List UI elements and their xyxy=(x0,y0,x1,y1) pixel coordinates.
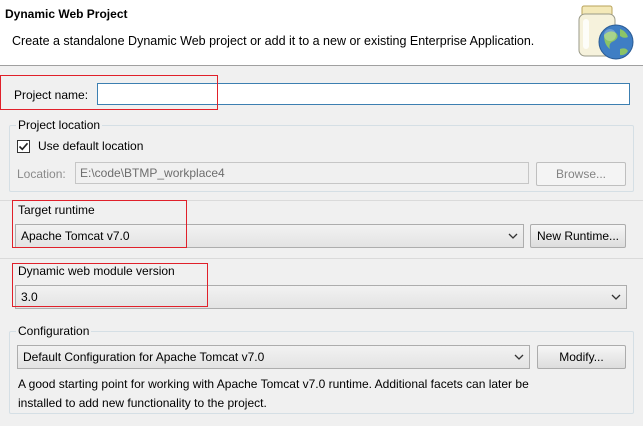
module-version-legend: Dynamic web module version xyxy=(18,264,175,278)
wizard-title: Dynamic Web Project xyxy=(5,7,128,21)
new-runtime-button[interactable]: New Runtime... xyxy=(530,224,626,248)
configuration-legend: Configuration xyxy=(16,324,92,338)
wizard-description: Create a standalone Dynamic Web project … xyxy=(12,34,535,48)
project-name-label: Project name: xyxy=(14,88,89,102)
section-separator xyxy=(0,200,643,201)
section-separator xyxy=(0,258,643,259)
checkmark-icon xyxy=(18,142,29,151)
chevron-down-icon xyxy=(611,294,621,300)
modify-button[interactable]: Modify... xyxy=(537,345,626,369)
location-label: Location: xyxy=(17,167,66,181)
wizard-banner-icon xyxy=(578,5,634,60)
configuration-description-line1: A good starting point for working with A… xyxy=(18,377,529,391)
browse-button[interactable]: Browse... xyxy=(536,162,626,186)
target-runtime-select[interactable]: Apache Tomcat v7.0 xyxy=(15,224,524,248)
use-default-location-label: Use default location xyxy=(38,139,144,153)
module-version-select[interactable]: 3.0 xyxy=(15,285,627,309)
wizard-header: Dynamic Web Project Create a standalone … xyxy=(0,0,643,66)
use-default-location-checkbox[interactable] xyxy=(17,140,30,153)
configuration-description-line2: installed to add new functionality to th… xyxy=(18,396,267,410)
module-version-value: 3.0 xyxy=(21,290,38,304)
location-input[interactable]: E:\code\BTMP_workplace4 xyxy=(75,162,529,184)
target-runtime-value: Apache Tomcat v7.0 xyxy=(21,229,130,243)
chevron-down-icon xyxy=(514,354,524,360)
configuration-select[interactable]: Default Configuration for Apache Tomcat … xyxy=(17,345,530,369)
configuration-value: Default Configuration for Apache Tomcat … xyxy=(23,350,265,364)
project-name-input[interactable] xyxy=(97,83,630,105)
target-runtime-legend: Target runtime xyxy=(18,203,95,217)
chevron-down-icon xyxy=(508,233,518,239)
project-location-legend: Project location xyxy=(16,118,103,132)
